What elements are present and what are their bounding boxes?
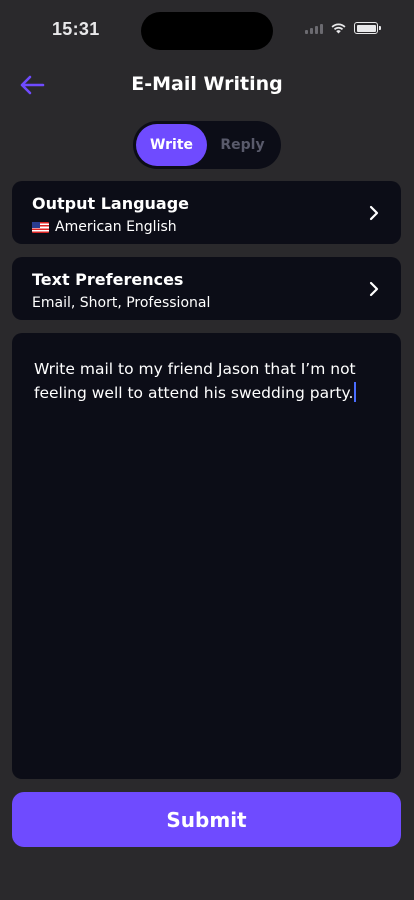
- header: E-Mail Writing: [0, 62, 414, 108]
- text-cursor: [354, 382, 357, 402]
- status-icons: [305, 22, 381, 34]
- battery-icon: [354, 22, 381, 34]
- mode-segmented-control: Write Reply: [133, 121, 281, 169]
- prompt-text-wrapper: Write mail to my friend Jason that I’m n…: [34, 357, 379, 405]
- status-time: 15:31: [52, 19, 100, 39]
- text-preferences-card[interactable]: Text Preferences Email, Short, Professio…: [12, 257, 401, 320]
- output-language-value: American English: [55, 219, 177, 235]
- status-bar: 15:31: [0, 0, 414, 60]
- text-preferences-title: Text Preferences: [32, 270, 184, 289]
- output-language-card[interactable]: Output Language American English: [12, 181, 401, 244]
- us-flag-icon: [32, 221, 49, 233]
- tab-reply[interactable]: Reply: [207, 124, 278, 166]
- tab-write[interactable]: Write: [136, 124, 207, 166]
- dynamic-island: [141, 12, 273, 50]
- prompt-text-area[interactable]: Write mail to my friend Jason that I’m n…: [12, 333, 401, 779]
- output-language-value-row: American English: [32, 219, 177, 235]
- chevron-right-icon: [369, 205, 379, 221]
- prompt-text: Write mail to my friend Jason that I’m n…: [34, 360, 356, 402]
- chevron-right-icon: [369, 281, 379, 297]
- email-writing-screen: 15:31 E-Mail Writing Write Reply Output …: [0, 0, 414, 900]
- cellular-signal-icon: [305, 22, 323, 34]
- submit-button[interactable]: Submit: [12, 792, 401, 847]
- output-language-title: Output Language: [32, 194, 190, 213]
- text-preferences-value: Email, Short, Professional: [32, 295, 211, 311]
- battery-fill: [356, 24, 376, 32]
- page-title: E-Mail Writing: [131, 73, 283, 95]
- wifi-icon: [331, 23, 346, 34]
